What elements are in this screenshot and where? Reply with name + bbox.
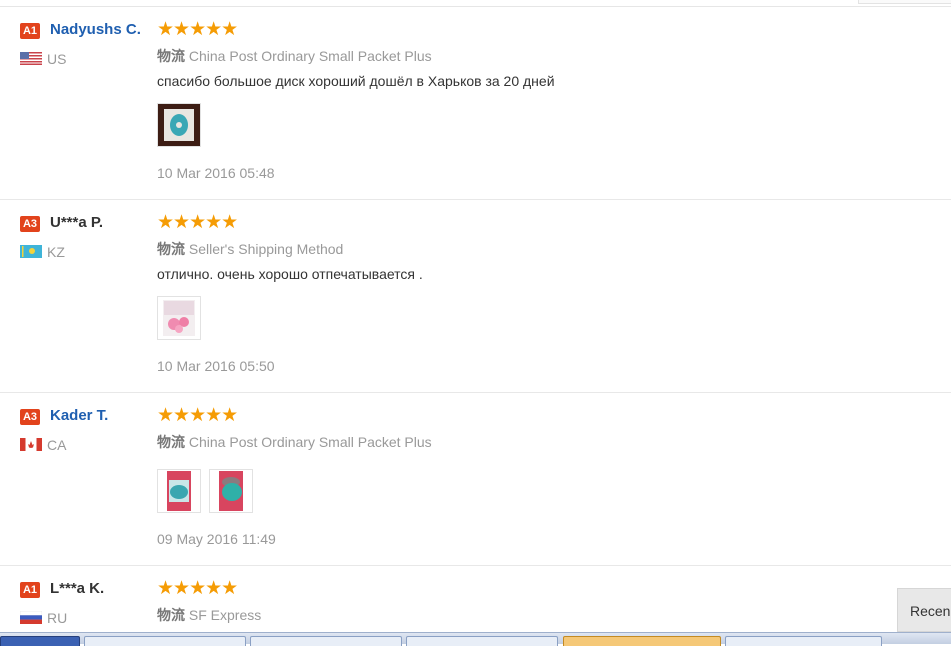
top-divider: [0, 6, 951, 7]
shipping-value: Seller's Shipping Method: [188, 241, 344, 257]
buyer-country: CA: [47, 437, 67, 453]
shipping-method: 物流 China Post Ordinary Small Packet Plus: [157, 432, 432, 452]
shipping-value: SF Express: [188, 607, 262, 623]
buyer-name: U***a P.: [50, 214, 104, 231]
taskbar-window-button-active[interactable]: [563, 636, 721, 646]
star-rating: ★★★★★: [157, 405, 238, 426]
photo-image: [163, 300, 195, 336]
shipping-label: 物流: [157, 434, 185, 450]
shipping-value: China Post Ordinary Small Packet Plus: [188, 434, 432, 450]
shipping-method: 物流 SF Express: [157, 605, 261, 625]
photo-image: [164, 109, 194, 141]
buyer-country: US: [47, 51, 67, 67]
shipping-method: 物流 Seller's Shipping Method: [157, 239, 343, 259]
review-photo-thumbnail[interactable]: [157, 296, 201, 340]
review-date: 09 May 2016 11:49: [157, 531, 276, 547]
buyer-name-link[interactable]: Kader T.: [50, 407, 108, 424]
shipping-label: 物流: [157, 241, 185, 257]
buyer-country: KZ: [47, 244, 65, 260]
buyer-level-badge: A1: [20, 582, 40, 598]
review-date: 10 Mar 2016 05:50: [157, 358, 275, 374]
review-text: отлично. очень хорошо отпечатывается .: [157, 266, 423, 282]
review-divider: [0, 199, 951, 200]
top-right-panel-edge: [858, 0, 951, 4]
review-divider: [0, 565, 951, 566]
photo-image: [219, 471, 243, 511]
shipping-value: China Post Ordinary Small Packet Plus: [188, 48, 432, 64]
us-flag-icon: [20, 52, 42, 65]
star-rating: ★★★★★: [157, 212, 238, 233]
review-photo-thumbnail[interactable]: [157, 469, 201, 513]
buyer-country: RU: [47, 610, 68, 626]
recent-panel-tab[interactable]: Recen: [897, 588, 951, 632]
kz-flag-icon: [20, 245, 42, 258]
review-photo-thumbnail[interactable]: [157, 103, 201, 147]
buyer-level-badge: A3: [20, 216, 40, 232]
ru-flag-icon: [20, 611, 42, 624]
buyer-name-link[interactable]: Nadyushs C.: [50, 21, 141, 38]
review-photo-thumbnail[interactable]: [209, 469, 253, 513]
buyer-level-badge: A1: [20, 23, 40, 39]
review-date: 10 Mar 2016 05:48: [157, 165, 275, 181]
taskbar-window-button[interactable]: [84, 636, 246, 646]
review-text: спасибо большое диск хороший дошёл в Хар…: [157, 73, 555, 89]
review-divider: [0, 392, 951, 393]
shipping-label: 物流: [157, 607, 185, 623]
taskbar-window-button[interactable]: [725, 636, 882, 646]
shipping-label: 物流: [157, 48, 185, 64]
star-rating: ★★★★★: [157, 19, 238, 40]
star-rating: ★★★★★: [157, 578, 238, 599]
taskbar-window-button[interactable]: [250, 636, 402, 646]
shipping-method: 物流 China Post Ordinary Small Packet Plus: [157, 46, 432, 66]
ca-flag-icon: [20, 438, 42, 451]
start-button[interactable]: [0, 636, 80, 646]
buyer-level-badge: A3: [20, 409, 40, 425]
os-taskbar: [0, 632, 951, 646]
photo-image: [167, 471, 191, 511]
taskbar-window-button[interactable]: [406, 636, 558, 646]
buyer-name: L***a K.: [50, 580, 105, 597]
